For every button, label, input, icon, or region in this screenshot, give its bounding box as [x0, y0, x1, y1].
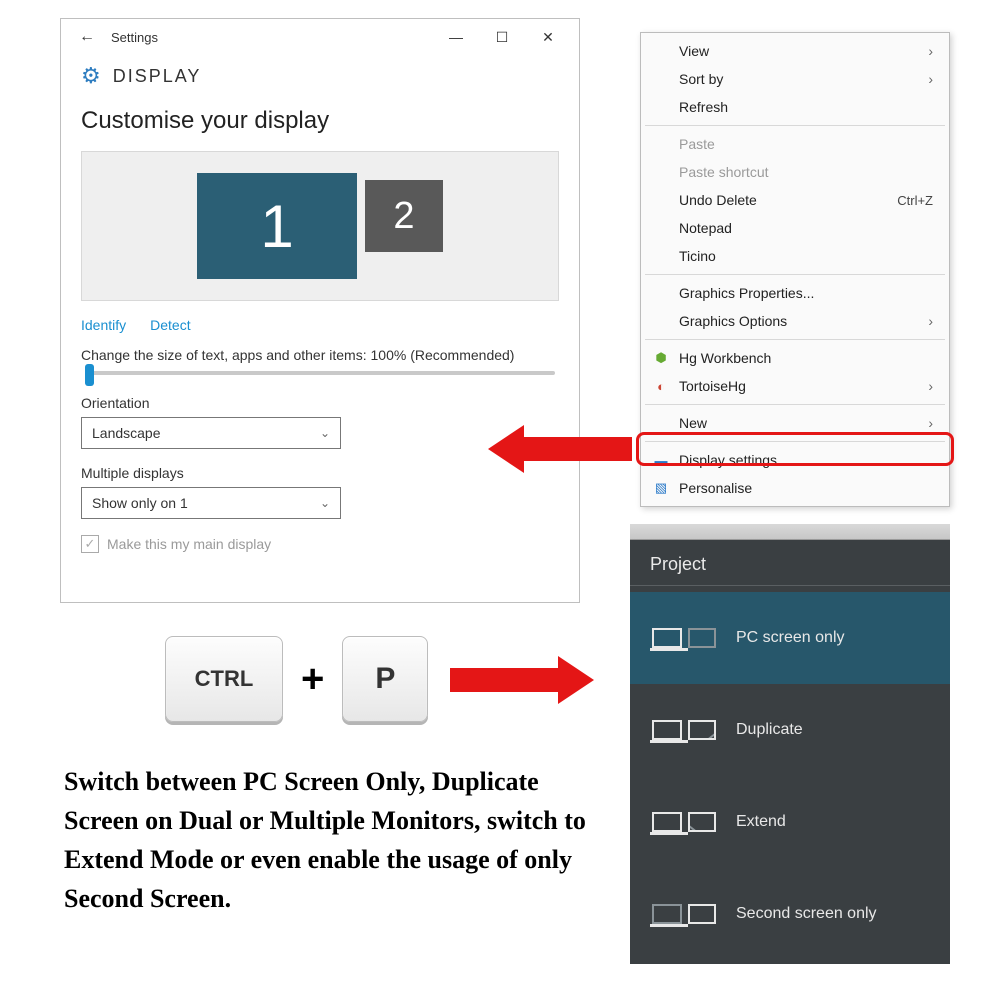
project-extend[interactable]: Extend	[630, 776, 950, 868]
project-topbar	[630, 524, 950, 540]
menu-ticino-label: Ticino	[679, 248, 716, 264]
chevron-down-icon: ⌄	[320, 426, 330, 440]
header-text: DISPLAY	[113, 66, 202, 87]
menu-paste-shortcut: Paste shortcut	[643, 158, 947, 186]
back-icon[interactable]: ←	[69, 28, 105, 46]
orientation-value: Landscape	[92, 425, 161, 441]
scale-slider[interactable]	[85, 371, 555, 375]
menu-undo-delete[interactable]: Undo Delete Ctrl+Z	[643, 186, 947, 214]
menu-display-settings[interactable]: ▬ Display settings	[643, 446, 947, 474]
chevron-right-icon: ›	[928, 43, 933, 59]
menu-graphics-opts-label: Graphics Options	[679, 313, 787, 329]
monitor-2[interactable]: 2	[365, 180, 443, 252]
main-display-label: Make this my main display	[107, 536, 271, 552]
multiple-displays-value: Show only on 1	[92, 495, 188, 511]
project-second-only-label: Second screen only	[736, 905, 877, 923]
project-pc-only-label: PC screen only	[736, 629, 845, 647]
window-controls: — ☐ ✕	[433, 19, 571, 55]
slider-thumb[interactable]	[85, 364, 94, 386]
chevron-down-icon: ⌄	[320, 496, 330, 510]
menu-tortoisehg[interactable]: ◐ TortoiseHg ›	[643, 372, 947, 400]
orientation-label: Orientation	[81, 395, 559, 411]
orientation-select[interactable]: Landscape ⌄	[81, 417, 341, 449]
monitor-1[interactable]: 1	[197, 173, 357, 279]
menu-separator	[645, 441, 945, 442]
menu-new[interactable]: New ›	[643, 409, 947, 437]
pc-only-icon	[652, 628, 716, 648]
p-key: P	[342, 636, 428, 722]
duplicate-icon	[652, 720, 716, 740]
settings-window: ← Settings — ☐ ✕ ⚙ DISPLAY Customise you…	[60, 18, 580, 603]
menu-hg-label: Hg Workbench	[679, 350, 771, 366]
project-duplicate-label: Duplicate	[736, 721, 803, 739]
maximize-icon[interactable]: ☐	[479, 19, 525, 55]
display-icon: ▬	[653, 452, 669, 468]
menu-graphics-props-label: Graphics Properties...	[679, 285, 814, 301]
menu-display-settings-label: Display settings	[679, 452, 777, 468]
checkbox-icon[interactable]: ✓	[81, 535, 99, 553]
project-pc-screen-only[interactable]: PC screen only	[630, 592, 950, 684]
menu-tortoise-label: TortoiseHg	[679, 378, 746, 394]
project-title: Project	[630, 540, 950, 583]
menu-notepad-label: Notepad	[679, 220, 732, 236]
menu-undo-label: Undo Delete	[679, 192, 757, 208]
chevron-right-icon: ›	[928, 313, 933, 329]
menu-ticino[interactable]: Ticino	[643, 242, 947, 270]
identify-detect-row: Identify Detect	[81, 317, 559, 333]
menu-paste-label: Paste	[679, 136, 715, 152]
caption-text: Switch between PC Screen Only, Duplicate…	[64, 762, 604, 918]
menu-refresh[interactable]: Refresh	[643, 93, 947, 121]
menu-graphics-options[interactable]: Graphics Options ›	[643, 307, 947, 335]
window-title: Settings	[105, 30, 158, 45]
project-second-only[interactable]: Second screen only	[630, 868, 950, 960]
ctrl-key: CTRL	[165, 636, 283, 722]
project-separator	[630, 585, 950, 586]
minimize-icon[interactable]: —	[433, 19, 479, 55]
titlebar: ← Settings — ☐ ✕	[61, 19, 579, 55]
plus-icon: +	[301, 657, 324, 702]
keys-row: CTRL + P	[165, 636, 428, 722]
menu-graphics-properties[interactable]: Graphics Properties...	[643, 279, 947, 307]
menu-separator	[645, 404, 945, 405]
gear-icon: ⚙	[81, 63, 101, 89]
project-duplicate[interactable]: Duplicate	[630, 684, 950, 776]
menu-sort-by[interactable]: Sort by ›	[643, 65, 947, 93]
chevron-right-icon: ›	[928, 378, 933, 394]
identify-link[interactable]: Identify	[81, 317, 126, 333]
scale-label: Change the size of text, apps and other …	[81, 347, 559, 363]
detect-link[interactable]: Detect	[150, 317, 190, 333]
menu-refresh-label: Refresh	[679, 99, 728, 115]
section-title: Customise your display	[81, 107, 559, 135]
main-display-checkbox-row: ✓ Make this my main display	[81, 535, 559, 553]
personalise-icon: ▧	[653, 480, 669, 496]
menu-paste-shortcut-label: Paste shortcut	[679, 164, 769, 180]
project-panel: Project PC screen only Duplicate Extend …	[630, 524, 950, 964]
menu-personalise[interactable]: ▧ Personalise	[643, 474, 947, 502]
menu-separator	[645, 125, 945, 126]
context-menu: View › Sort by › Refresh Paste Paste sho…	[640, 32, 950, 507]
menu-notepad[interactable]: Notepad	[643, 214, 947, 242]
menu-view[interactable]: View ›	[643, 37, 947, 65]
menu-undo-shortcut: Ctrl+Z	[897, 193, 933, 208]
chevron-right-icon: ›	[928, 415, 933, 431]
menu-view-label: View	[679, 43, 709, 59]
project-extend-label: Extend	[736, 813, 786, 831]
menu-new-label: New	[679, 415, 707, 431]
menu-sort-label: Sort by	[679, 71, 723, 87]
menu-personalise-label: Personalise	[679, 480, 752, 496]
menu-paste: Paste	[643, 130, 947, 158]
multiple-displays-select[interactable]: Show only on 1 ⌄	[81, 487, 341, 519]
extend-icon	[652, 812, 716, 832]
menu-separator	[645, 339, 945, 340]
close-icon[interactable]: ✕	[525, 19, 571, 55]
display-header: ⚙ DISPLAY	[81, 63, 559, 89]
chevron-right-icon: ›	[928, 71, 933, 87]
monitor-preview[interactable]: 1 2	[81, 151, 559, 301]
tortoise-icon: ◐	[653, 378, 669, 394]
hg-icon: ⬢	[653, 350, 669, 366]
settings-body: ⚙ DISPLAY Customise your display 1 2 Ide…	[61, 55, 579, 561]
menu-hg-workbench[interactable]: ⬢ Hg Workbench	[643, 344, 947, 372]
second-only-icon	[652, 904, 716, 924]
menu-separator	[645, 274, 945, 275]
